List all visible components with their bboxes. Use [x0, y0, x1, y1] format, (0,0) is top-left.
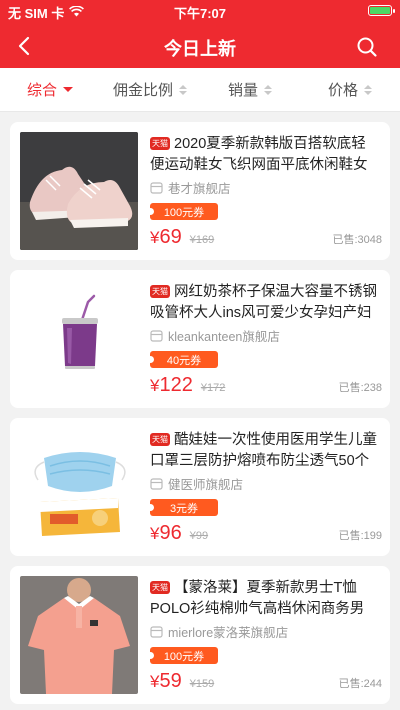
- shop-row: kleankanteen旗舰店: [150, 326, 280, 345]
- status-bar: 无 SIM 卡 下午7:07: [0, 0, 400, 22]
- product-title-text: 网红奶茶杯子保温大容量不锈钢吸管杯大人ins风可爱少女孕妇产妇: [150, 284, 377, 321]
- price: ¥59: [150, 670, 182, 693]
- price: ¥122: [150, 374, 193, 397]
- shop-row: mierlore蒙洛莱旗舰店: [150, 622, 288, 641]
- product-image-polo: [20, 576, 138, 694]
- tmall-badge: 天猫: [150, 433, 170, 446]
- store-icon: [150, 181, 163, 194]
- sold-count: 已售:244: [338, 678, 382, 690]
- sold-count: 已售:199: [338, 530, 382, 542]
- sort-arrows-icon: [179, 84, 187, 95]
- sold-count: 已售:3048: [332, 234, 382, 246]
- product-title-text: 【蒙洛莱】夏季新款男士T恤POLO衫纯棉帅气高档休闲商务男上...: [150, 580, 365, 617]
- product-card[interactable]: 天猫酷娃娃一次性使用医用学生儿童口罩三层防护熔喷布防尘透气50个装 健医师旗舰店…: [10, 418, 390, 556]
- coupon-badge: 100元券: [147, 647, 218, 664]
- price-value: 59: [159, 670, 182, 692]
- sort-tab-label: 价格: [327, 82, 358, 99]
- sort-tab-price[interactable]: 价格: [300, 68, 400, 111]
- product-card[interactable]: 天猫 网红奶茶杯子保温大容量不锈钢吸管杯大人ins风可爱少女孕妇产妇 kleank…: [10, 270, 390, 408]
- product-title: 天猫2020夏季新款韩版百搭软底轻便运动鞋女飞织网面平底休闲鞋女鞋夏: [150, 134, 380, 176]
- store-icon: [150, 477, 163, 490]
- shop-row: 巷才旗舰店: [150, 178, 231, 197]
- price: ¥96: [150, 522, 182, 545]
- price-row: ¥96 ¥99: [150, 522, 208, 545]
- original-price: ¥169: [189, 234, 215, 246]
- coupon-badge: 100元券: [147, 203, 218, 220]
- product-image-shoes: [20, 132, 138, 250]
- original-price: ¥172: [200, 382, 226, 394]
- app-header: 无 SIM 卡 下午7:07 今日上新: [0, 0, 400, 68]
- shop-row: 健医师旗舰店: [150, 474, 243, 493]
- sort-tab-label: 佣金比例: [112, 82, 173, 99]
- product-title-text: 2020夏季新款韩版百搭软底轻便运动鞋女飞织网面平底休闲鞋女鞋夏: [150, 136, 368, 173]
- page-title: 今日上新: [164, 39, 236, 59]
- coupon-badge: 40元券: [147, 351, 218, 368]
- product-image-mask: [20, 428, 138, 546]
- tmall-badge: 天猫: [150, 581, 170, 594]
- caret-down-icon: [63, 87, 73, 92]
- price-value: 122: [159, 374, 193, 396]
- product-title: 天猫 网红奶茶杯子保温大容量不锈钢吸管杯大人ins风可爱少女孕妇产妇: [150, 282, 380, 324]
- price: ¥69: [150, 226, 182, 249]
- price-row: ¥59 ¥159: [150, 670, 214, 693]
- original-price: ¥99: [189, 530, 209, 542]
- sort-tab-comprehensive[interactable]: 综合: [0, 68, 100, 111]
- shop-name: mierlore蒙洛莱旗舰店: [168, 626, 289, 640]
- product-title: 天猫【蒙洛莱】夏季新款男士T恤POLO衫纯棉帅气高档休闲商务男上...: [150, 578, 380, 620]
- store-icon: [150, 329, 163, 342]
- sort-tab-label: 销量: [227, 82, 258, 99]
- sort-tab-sales[interactable]: 销量: [200, 68, 300, 111]
- product-card[interactable]: 天猫2020夏季新款韩版百搭软底轻便运动鞋女飞织网面平底休闲鞋女鞋夏 巷才旗舰店…: [10, 122, 390, 260]
- shop-name: kleankanteen旗舰店: [168, 330, 280, 344]
- sold-count: 已售:238: [338, 382, 382, 394]
- sort-tab-commission[interactable]: 佣金比例: [100, 68, 200, 111]
- original-price: ¥159: [189, 678, 215, 690]
- coupon-badge: 3元券: [147, 499, 218, 516]
- shop-name: 健医师旗舰店: [168, 478, 244, 492]
- tmall-badge: 天猫: [150, 285, 170, 298]
- product-title: 天猫酷娃娃一次性使用医用学生儿童口罩三层防护熔喷布防尘透气50个装: [150, 430, 380, 472]
- product-image-cup: [20, 280, 138, 398]
- sort-bar: 综合 佣金比例 销量 价格: [0, 68, 400, 112]
- status-time: 下午7:07: [173, 6, 227, 21]
- tmall-badge: 天猫: [150, 137, 170, 150]
- search-icon: [357, 37, 377, 57]
- search-button[interactable]: [354, 34, 380, 60]
- price-value: 96: [159, 522, 182, 544]
- sort-arrows-icon: [364, 84, 372, 95]
- store-icon: [150, 625, 163, 638]
- price-row: ¥69 ¥169: [150, 226, 214, 249]
- price-value: 69: [159, 226, 182, 248]
- product-card[interactable]: 天猫【蒙洛莱】夏季新款男士T恤POLO衫纯棉帅气高档休闲商务男上... mier…: [10, 566, 390, 704]
- battery-icon: [368, 5, 395, 16]
- shop-name: 巷才旗舰店: [168, 182, 231, 196]
- sort-tab-label: 综合: [26, 82, 57, 99]
- product-title-text: 酷娃娃一次性使用医用学生儿童口罩三层防护熔喷布防尘透气50个装: [150, 432, 377, 469]
- sort-arrows-icon: [264, 84, 272, 95]
- price-row: ¥122 ¥172: [150, 374, 225, 397]
